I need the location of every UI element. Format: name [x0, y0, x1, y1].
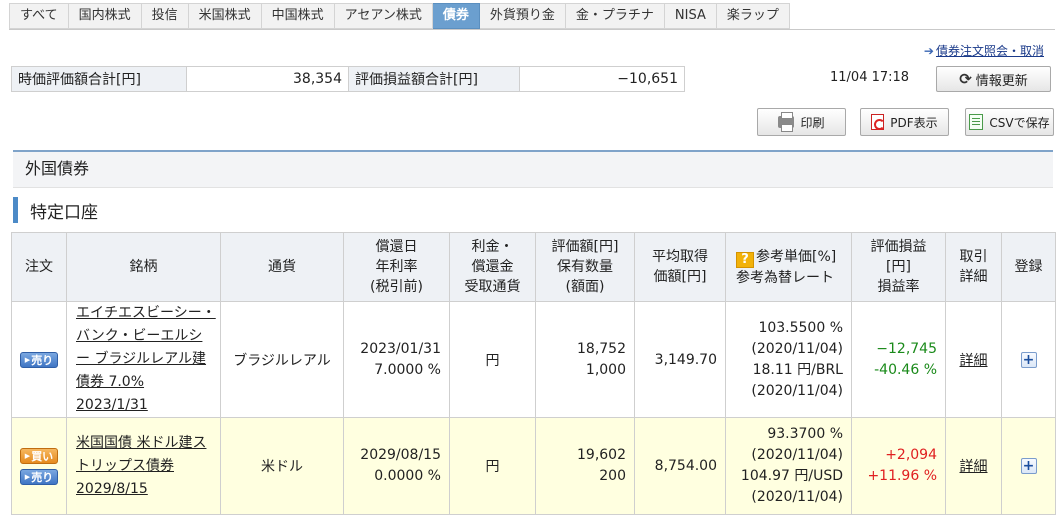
- arrow-right-icon: ➔: [923, 44, 934, 58]
- pdf-button[interactable]: PDF表示: [860, 108, 949, 136]
- bond-name-link[interactable]: エイチエスビーシー・バンク・ビーエルシー ブラジルレアル建債券 7.0% 202…: [76, 305, 216, 413]
- plus-icon[interactable]: +: [1020, 458, 1037, 474]
- detail-cell: 詳細: [945, 301, 1002, 418]
- bond-name-cell: 米国国債 米ドル建ストリップス債券 2029/8/15: [66, 417, 221, 515]
- csv-save-button[interactable]: CSVで保存: [965, 108, 1054, 136]
- profit-loss-cell: +2,094 +11.96 %: [851, 417, 946, 515]
- tab-all[interactable]: すべて: [9, 3, 69, 29]
- plus-icon[interactable]: +: [1020, 351, 1037, 368]
- col-register: 登録: [1001, 232, 1056, 302]
- tab-gold-platinum[interactable]: 金・プラチナ: [565, 3, 665, 29]
- bond-order-inquiry-link[interactable]: ➔ 債券注文照会・取消: [924, 42, 1044, 59]
- valuation-cell: 18,752 1,000: [535, 301, 635, 418]
- col-profit-loss: 評価損益 [円] 損益率: [851, 232, 946, 302]
- table-row: ▶ 売り エイチエスビーシー・バンク・ビーエルシー ブラジルレアル建債券 7.0%…: [11, 301, 1056, 418]
- tab-domestic-stocks[interactable]: 国内株式: [68, 3, 142, 29]
- avg-cost-cell: 8,754.00: [634, 417, 726, 515]
- table-row: ▶ 買い ▶ 売り 米国国債 米ドル建ストリップス債券 2029/8/15 米ドル …: [11, 417, 1056, 515]
- reference-price-cell: 93.3700 % (2020/11/04) 104.97 円/USD (202…: [725, 417, 852, 515]
- help-icon[interactable]: ?: [736, 251, 754, 268]
- col-avg-cost: 平均取得 価額[円]: [634, 232, 726, 302]
- detail-cell: 詳細: [945, 417, 1002, 515]
- register-cell: +: [1001, 417, 1056, 515]
- col-redemption: 償還日 年利率 (税引前): [343, 232, 450, 302]
- summary-table: 時価評価額合計[円] 38,354 評価損益額合計[円] −10,651: [11, 66, 685, 92]
- asset-class-tabs: すべて 国内株式 投信 米国株式 中国株式 アセアン株式 債券 外貨預り金 金・…: [9, 3, 790, 29]
- account-heading: 特定口座: [13, 196, 98, 224]
- tab-rakuwrap[interactable]: 楽ラップ: [716, 3, 790, 29]
- col-valuation: 評価額[円] 保有数量 (額面): [535, 232, 635, 302]
- redemption-cell: 2023/01/31 7.0000 %: [343, 301, 450, 418]
- col-reference-price: ? 参考単価[%] 参考為替レート: [725, 232, 852, 302]
- order-cell: ▶ 買い ▶ 売り: [11, 417, 67, 515]
- tab-china-stocks[interactable]: 中国株式: [261, 3, 335, 29]
- heading-accent-bar: [13, 197, 18, 223]
- receipt-currency-cell: 円: [449, 301, 536, 418]
- tab-nisa[interactable]: NISA: [664, 3, 717, 29]
- printer-icon: [778, 112, 795, 132]
- refresh-button[interactable]: ⟳ 情報更新: [936, 66, 1051, 92]
- order-cell: ▶ 売り: [11, 301, 67, 418]
- col-currency: 通貨: [220, 232, 344, 302]
- holdings-table: 注文 銘柄 通貨 償還日 年利率 (税引前) 利金・ 償還金 受取通貨 評価額[…: [11, 232, 1056, 515]
- currency-cell: ブラジルレアル: [220, 301, 344, 418]
- unrealized-pl-total: −10,651: [519, 66, 685, 92]
- refresh-icon: ⟳: [959, 70, 972, 88]
- section-title: 外国債券: [13, 150, 1053, 188]
- profit-loss-cell: −12,745 -40.46 %: [851, 301, 946, 418]
- tab-divider: [9, 29, 1055, 30]
- pdf-icon: [871, 114, 886, 130]
- currency-cell: 米ドル: [220, 417, 344, 515]
- market-value-label: 時価評価額合計[円]: [11, 66, 187, 92]
- sell-button[interactable]: ▶ 売り: [20, 351, 58, 368]
- buy-button[interactable]: ▶ 買い: [20, 447, 58, 464]
- tab-foreign-currency-deposits[interactable]: 外貨預り金: [479, 3, 566, 29]
- last-updated-time: 11/04 17:18: [830, 70, 910, 85]
- spreadsheet-icon: [969, 114, 984, 130]
- redemption-cell: 2029/08/15 0.0000 %: [343, 417, 450, 515]
- col-order: 注文: [11, 232, 67, 302]
- tab-bonds[interactable]: 債券: [432, 3, 480, 29]
- detail-link[interactable]: 詳細: [960, 353, 988, 369]
- market-value-total: 38,354: [186, 66, 349, 92]
- table-header-row: 注文 銘柄 通貨 償還日 年利率 (税引前) 利金・ 償還金 受取通貨 評価額[…: [11, 232, 1056, 302]
- col-receipt-currency: 利金・ 償還金 受取通貨: [449, 232, 536, 302]
- receipt-currency-cell: 円: [449, 417, 536, 515]
- reference-price-cell: 103.5500 % (2020/11/04) 18.11 円/BRL (202…: [725, 301, 852, 418]
- sell-button[interactable]: ▶ 売り: [20, 468, 58, 485]
- tab-us-stocks[interactable]: 米国株式: [188, 3, 262, 29]
- print-button[interactable]: 印刷: [757, 108, 846, 136]
- bond-name-link[interactable]: 米国国債 米ドル建ストリップス債券 2029/8/15: [76, 435, 206, 497]
- account-title: 特定口座: [30, 202, 98, 223]
- register-cell: +: [1001, 301, 1056, 418]
- col-trade-detail: 取引 詳細: [945, 232, 1002, 302]
- tab-funds[interactable]: 投信: [141, 3, 189, 29]
- col-name: 銘柄: [66, 232, 221, 302]
- detail-link[interactable]: 詳細: [960, 459, 988, 475]
- avg-cost-cell: 3,149.70: [634, 301, 726, 418]
- unrealized-pl-label: 評価損益額合計[円]: [348, 66, 520, 92]
- valuation-cell: 19,602 200: [535, 417, 635, 515]
- tab-asean-stocks[interactable]: アセアン株式: [334, 3, 433, 29]
- bond-name-cell: エイチエスビーシー・バンク・ビーエルシー ブラジルレアル建債券 7.0% 202…: [66, 301, 221, 418]
